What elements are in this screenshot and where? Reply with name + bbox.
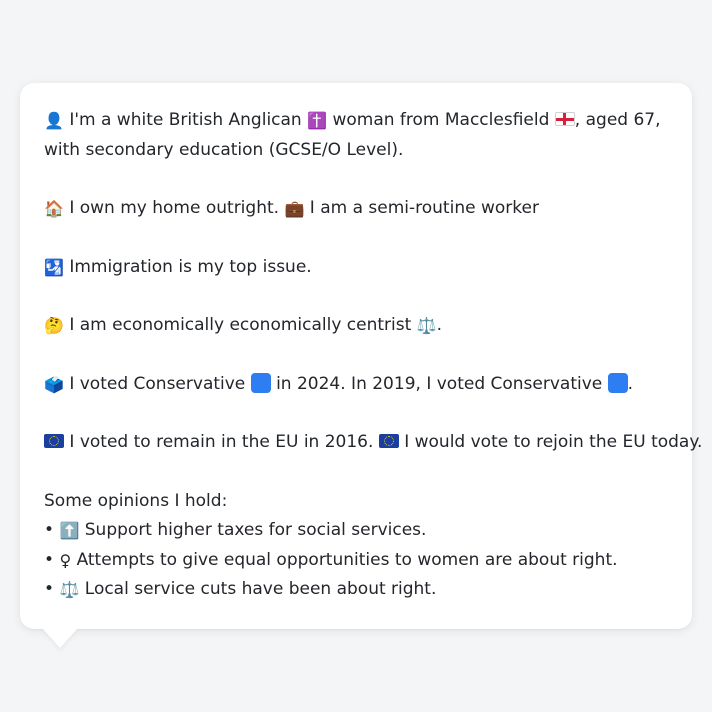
- identity-text-1: I'm a white British Anglican: [69, 110, 302, 130]
- work-text: I am a semi-routine worker: [309, 198, 539, 218]
- thinking-face-icon: 🤔: [44, 316, 64, 335]
- home-text: I own my home outright.: [69, 198, 280, 218]
- economic-end: .: [436, 315, 443, 335]
- opinion-text: Local service cuts have been about right…: [84, 579, 437, 599]
- vote-text-1: I voted Conservative: [69, 373, 246, 394]
- opinion-item: • ⚖️ Local service cuts have been about …: [44, 575, 672, 605]
- opinion-text: Attempts to give equal opportunities to …: [76, 549, 618, 570]
- identity-text-3: , aged 67,: [574, 110, 661, 130]
- opinion-item: • ⬆️ Support higher taxes for social ser…: [44, 516, 672, 546]
- top-issue-line: 🛂 Immigration is my top issue.: [44, 253, 672, 283]
- scales-icon: ⚖️: [59, 580, 80, 599]
- education-line: with secondary education (GCSE/O Level).: [44, 139, 404, 160]
- scales-icon: ⚖️: [416, 316, 437, 335]
- housing-work-line: 🏠 I own my home outright. 💼 I am a semi-…: [44, 194, 672, 224]
- house-icon: 🏠: [44, 199, 64, 218]
- passport-control-icon: 🛂: [44, 257, 64, 277]
- vote-text-2: in 2024. In 2019, I voted Conservative: [276, 373, 603, 394]
- ballot-box-icon: 🗳️: [44, 374, 64, 394]
- england-flag-icon: [554, 112, 575, 126]
- identity-text-2: woman from Macclesfield: [332, 110, 550, 130]
- conservative-blue-square-icon: [250, 372, 271, 393]
- speech-bubble-tail: [42, 628, 78, 648]
- vote-history-line: 🗳️ I voted Conservative in 2024. In 2019…: [44, 370, 672, 400]
- bullet: •: [44, 520, 55, 540]
- briefcase-icon: 💼: [284, 199, 305, 218]
- up-arrow-icon: ⬆️: [59, 521, 80, 540]
- person-icon: 👤: [44, 111, 64, 130]
- eu-line: I voted to remain in the EU in 2016. I w…: [44, 428, 702, 458]
- eu-text-2: I would vote to rejoin the EU today.: [404, 432, 703, 452]
- female-sign-icon: ♀: [59, 550, 72, 570]
- opinion-item: • ♀ Attempts to give equal opportunities…: [44, 546, 672, 576]
- cross-icon: ✝️: [307, 111, 328, 130]
- issue-text: Immigration is my top issue.: [69, 256, 312, 277]
- eu-flag-icon: [378, 434, 399, 448]
- vote-end: .: [627, 373, 634, 394]
- conservative-blue-square-icon: [607, 372, 628, 393]
- opinion-text: Support higher taxes for social services…: [84, 520, 427, 540]
- persona-card: 👤 I'm a white British Anglican ✝️ woman …: [20, 83, 702, 629]
- bullet: •: [44, 549, 55, 570]
- economic-line: 🤔 I am economically economically centris…: [44, 311, 672, 341]
- eu-text-1: I voted to remain in the EU in 2016.: [69, 432, 374, 452]
- opinions-heading: Some opinions I hold:: [44, 490, 228, 511]
- eu-flag-icon: [44, 434, 64, 448]
- economic-text: I am economically economically centrist: [69, 315, 412, 335]
- identity-line: 👤 I'm a white British Anglican ✝️ woman …: [44, 106, 672, 136]
- bullet: •: [44, 579, 55, 599]
